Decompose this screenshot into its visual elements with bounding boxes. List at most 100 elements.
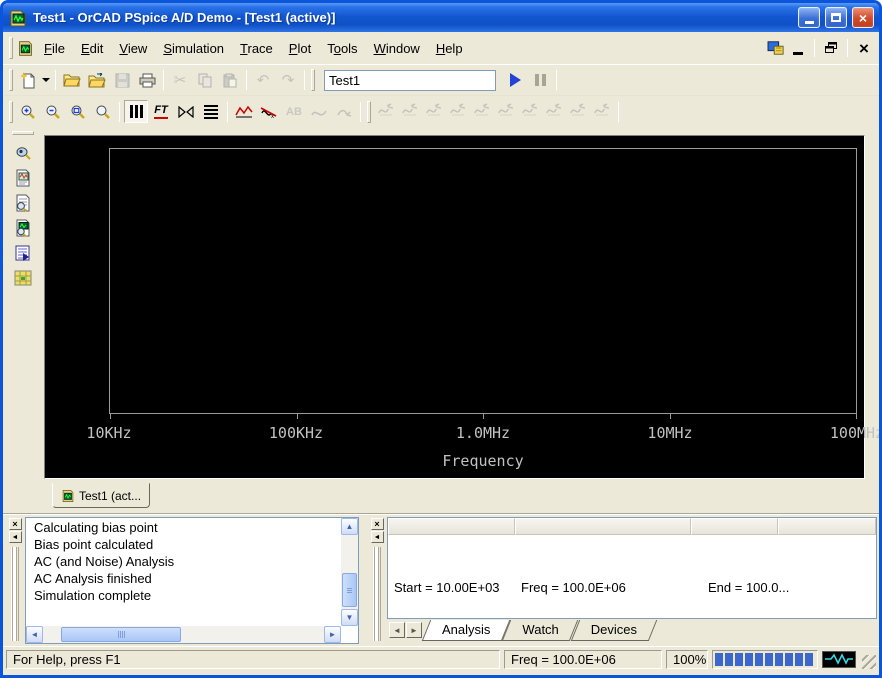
output-file-button[interactable] — [10, 191, 36, 215]
zoom-out-button[interactable] — [41, 100, 65, 123]
tab-devices[interactable]: Devices — [575, 620, 653, 641]
device-map-button[interactable] — [10, 266, 36, 290]
line-button[interactable] — [307, 100, 331, 123]
menu-simulation[interactable]: Simulation — [155, 38, 232, 59]
log-line[interactable]: Bias point calculated — [26, 536, 340, 553]
close-button[interactable]: × — [852, 7, 874, 28]
paste-button[interactable] — [218, 69, 242, 92]
document-tab[interactable]: Test1 (act... — [52, 483, 151, 508]
mdi-minimize-button[interactable] — [787, 39, 809, 58]
text-label-button[interactable]: AB — [282, 100, 306, 123]
output-log-list[interactable]: Calculating bias point Bias point calcula… — [25, 517, 359, 644]
scroll-track[interactable] — [341, 535, 358, 609]
output-collapse-button[interactable]: ◄ — [8, 531, 22, 543]
status-dock-grip[interactable] — [373, 547, 381, 641]
cursor-next-button[interactable] — [566, 100, 590, 123]
header-cell[interactable] — [388, 518, 515, 535]
mark-data-points-button[interactable] — [232, 100, 256, 123]
run-button[interactable] — [503, 69, 527, 92]
schematic-icon[interactable] — [767, 40, 785, 56]
zoom-fit-button[interactable] — [91, 100, 115, 123]
document-icon[interactable] — [17, 40, 34, 57]
toolbar-grip[interactable] — [311, 69, 315, 91]
output-dock-grip[interactable] — [11, 547, 19, 641]
horizontal-scrollbar[interactable]: ◄ ► — [26, 626, 341, 643]
redo-button[interactable]: ↷ — [276, 69, 300, 92]
open-simulation-button[interactable] — [85, 69, 109, 92]
tab-analysis[interactable]: Analysis — [426, 620, 506, 641]
status-close-button[interactable]: × — [370, 518, 384, 530]
minimize-button[interactable] — [798, 7, 820, 28]
toolbar-grip[interactable] — [9, 100, 13, 123]
simulation-results-button[interactable] — [10, 216, 36, 240]
side-toolbar-grip[interactable] — [12, 131, 34, 135]
toolbar-grip[interactable] — [367, 100, 371, 123]
menu-window[interactable]: Window — [366, 38, 428, 59]
scroll-right-button[interactable]: ► — [324, 626, 341, 643]
menu-trace[interactable]: Trace — [232, 38, 281, 59]
cursor-slope-button[interactable] — [446, 100, 470, 123]
menu-file[interactable]: File — [36, 38, 73, 59]
simulation-profile-input[interactable] — [324, 69, 496, 91]
simulation-queue-button[interactable] — [10, 241, 36, 265]
print-button[interactable] — [135, 69, 159, 92]
save-button[interactable] — [110, 69, 134, 92]
new-simulation-button[interactable] — [16, 69, 40, 92]
log-line[interactable]: AC Analysis finished — [26, 570, 340, 587]
analysis-table[interactable]: Start = 10.00E+03 Freq = 100.0E+06 End =… — [387, 517, 877, 619]
menubar-grip[interactable] — [9, 37, 13, 59]
cursor-peak-button[interactable] — [398, 100, 422, 123]
header-cell[interactable] — [514, 518, 691, 535]
fourier-button[interactable]: FT — [149, 100, 173, 123]
cursor-point-button[interactable] — [518, 100, 542, 123]
cursor-search-button[interactable] — [542, 100, 566, 123]
tab-scroll-left-button[interactable]: ◄ — [389, 622, 405, 638]
vertical-scrollbar[interactable]: ▲ ▼ — [341, 518, 358, 626]
scroll-up-button[interactable]: ▲ — [341, 518, 358, 535]
scroll-thumb[interactable] — [342, 573, 357, 608]
pause-button[interactable] — [528, 69, 552, 92]
menu-help[interactable]: Help — [428, 38, 471, 59]
log-line[interactable]: AC (and Noise) Analysis — [26, 553, 340, 570]
output-close-button[interactable]: × — [8, 518, 22, 530]
menu-tools[interactable]: Tools — [319, 38, 365, 59]
cursor-trough-button[interactable] — [422, 100, 446, 123]
eval-goal-function-button[interactable]: x — [257, 100, 281, 123]
copy-button[interactable] — [193, 69, 217, 92]
zoom-area-button[interactable] — [66, 100, 90, 123]
log-line[interactable]: Simulation complete — [26, 587, 340, 604]
probe-cursor-button[interactable] — [10, 141, 36, 165]
toolbar-grip[interactable] — [9, 69, 13, 91]
menu-view[interactable]: View — [111, 38, 155, 59]
performance-analysis-button[interactable] — [174, 100, 198, 123]
maximize-button[interactable] — [825, 7, 847, 28]
log-x-axis-button[interactable] — [124, 100, 148, 123]
menu-plot[interactable]: Plot — [281, 38, 319, 59]
cut-button[interactable]: ✂ — [168, 69, 192, 92]
scroll-down-button[interactable]: ▼ — [341, 609, 358, 626]
header-cell[interactable] — [690, 518, 779, 535]
circuit-file-button[interactable] — [10, 166, 36, 190]
mdi-close-button[interactable]: × — [853, 39, 875, 58]
mark-voltage-button[interactable] — [332, 100, 356, 123]
alternate-display-button[interactable] — [199, 100, 223, 123]
cursor-min-button[interactable] — [470, 100, 494, 123]
status-collapse-button[interactable]: ◄ — [370, 531, 384, 543]
menu-edit[interactable]: Edit — [73, 38, 111, 59]
log-line[interactable]: Calculating bias point — [26, 519, 340, 536]
mark-label-xy-button[interactable] — [590, 100, 614, 123]
mdi-restore-button[interactable] — [820, 39, 842, 58]
plot-area[interactable]: 10KHz 100KHz 1.0MHz 10MHz 100MHz Frequency — [44, 135, 879, 479]
toggle-cursor-button[interactable] — [374, 100, 398, 123]
scroll-left-button[interactable]: ◄ — [26, 626, 43, 643]
zoom-in-button[interactable] — [16, 100, 40, 123]
open-button[interactable] — [60, 69, 84, 92]
resize-grip[interactable] — [862, 655, 876, 669]
tab-watch[interactable]: Watch — [506, 620, 574, 641]
undo-button[interactable]: ↶ — [251, 69, 275, 92]
dock-splitter[interactable] — [359, 517, 367, 644]
scroll-track[interactable] — [43, 626, 324, 643]
scroll-thumb[interactable] — [61, 627, 181, 642]
cursor-max-button[interactable] — [494, 100, 518, 123]
tab-scroll-right-button[interactable]: ► — [406, 622, 422, 638]
